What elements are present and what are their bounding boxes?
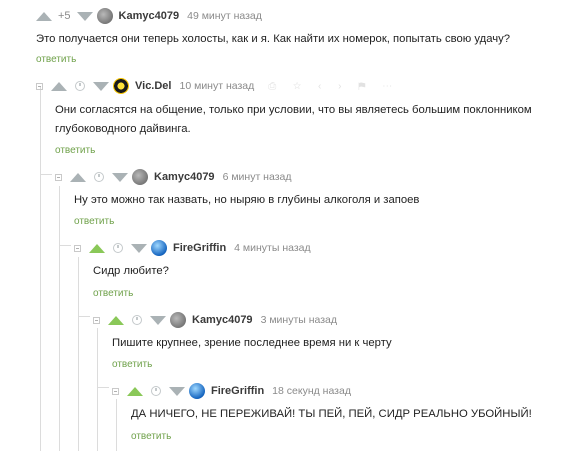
- thread-connector: [59, 245, 71, 246]
- clock-icon: [151, 386, 161, 396]
- comment-text-line: глубоководного дайвинга.: [55, 123, 191, 135]
- comment-header: Vic.Del 10 минут назад ⎙ ☆ ‹ › ⚑ ⋯: [36, 78, 399, 94]
- comment-author[interactable]: FireGriffin: [211, 385, 264, 397]
- comment-tools-icons[interactable]: ⎙ ☆ ‹ › ⚑ ⋯: [268, 81, 399, 92]
- collapse-icon[interactable]: [74, 244, 81, 252]
- thread-line: [116, 399, 117, 451]
- comment-rating: +5: [58, 10, 71, 22]
- collapse-icon[interactable]: [55, 173, 62, 181]
- comment-time[interactable]: 18 секунд назад: [272, 385, 351, 397]
- upvote-icon[interactable]: [51, 81, 67, 91]
- reply-button[interactable]: ответить: [55, 145, 95, 156]
- reply-button[interactable]: ответить: [112, 359, 152, 370]
- comment-text: Сидр любите?: [93, 265, 169, 277]
- comment-author[interactable]: Kamyc4079: [154, 171, 215, 183]
- thread-line: [97, 328, 98, 451]
- avatar[interactable]: [170, 312, 186, 328]
- upvote-icon[interactable]: [108, 315, 124, 325]
- upvote-icon[interactable]: [127, 386, 143, 396]
- upvote-icon[interactable]: [36, 11, 52, 21]
- upvote-icon[interactable]: [89, 243, 105, 253]
- comment-header: +5 Kamyc4079 49 минут назад: [36, 8, 262, 24]
- comment-header: FireGriffin 4 минуты назад: [74, 240, 311, 256]
- downvote-icon[interactable]: [76, 11, 93, 21]
- collapse-icon[interactable]: [112, 387, 119, 395]
- reply-button[interactable]: ответить: [131, 431, 171, 442]
- comment-text: Ну это можно так назвать, но ныряю в глу…: [74, 194, 420, 206]
- comment-text: Они согласятся на общение, только при ус…: [55, 101, 532, 139]
- comment-time[interactable]: 10 минут назад: [180, 80, 255, 92]
- clock-icon: [94, 172, 104, 182]
- comment-text: Пишите крупнее, зрение последнее время н…: [112, 337, 392, 349]
- thread-line: [59, 186, 60, 451]
- downvote-icon[interactable]: [112, 172, 128, 182]
- comment-text-line: Они согласятся на общение, только при ус…: [55, 104, 532, 116]
- thread-connector: [40, 174, 52, 175]
- thread-line: [40, 86, 41, 451]
- clock-icon: [113, 243, 123, 253]
- avatar[interactable]: [189, 383, 205, 399]
- avatar[interactable]: [96, 8, 113, 24]
- reply-button[interactable]: ответить: [74, 216, 114, 227]
- upvote-icon[interactable]: [70, 172, 86, 182]
- collapse-icon[interactable]: [36, 82, 43, 90]
- reply-button[interactable]: ответить: [36, 54, 76, 65]
- comment-author[interactable]: Kamyc4079: [192, 314, 253, 326]
- thread-connector: [97, 387, 109, 388]
- comment-author[interactable]: FireGriffin: [173, 242, 226, 254]
- clock-icon: [132, 315, 142, 325]
- comment-header: FireGriffin 18 секунд назад: [112, 383, 351, 399]
- avatar[interactable]: [132, 169, 148, 185]
- comment-time[interactable]: 4 минуты назад: [234, 242, 310, 254]
- comment-header: Kamyc4079 3 минуты назад: [93, 312, 337, 328]
- comment-time[interactable]: 3 минуты назад: [261, 314, 337, 326]
- downvote-icon[interactable]: [169, 386, 185, 396]
- avatar[interactable]: [113, 78, 129, 94]
- reply-button[interactable]: ответить: [93, 288, 133, 299]
- thread-connector: [78, 316, 90, 317]
- comment-author[interactable]: Vic.Del: [135, 80, 172, 92]
- downvote-icon[interactable]: [150, 315, 166, 325]
- comment-author[interactable]: Kamyc4079: [119, 10, 180, 22]
- comment-time[interactable]: 6 минут назад: [223, 171, 292, 183]
- comment-text: Это получается они теперь холосты, как и…: [36, 33, 511, 45]
- avatar[interactable]: [151, 240, 167, 256]
- thread-line: [78, 257, 79, 451]
- comment-text: ДА НИЧЕГО, НЕ ПЕРЕЖИВАЙ! ТЫ ПЕЙ, ПЕЙ, СИ…: [131, 408, 532, 420]
- downvote-icon[interactable]: [131, 243, 147, 253]
- comment-time[interactable]: 49 минут назад: [187, 10, 262, 22]
- collapse-icon[interactable]: [93, 316, 100, 324]
- comment-header: Kamyc4079 6 минут назад: [55, 169, 291, 185]
- downvote-icon[interactable]: [93, 81, 109, 91]
- clock-icon: [75, 81, 85, 91]
